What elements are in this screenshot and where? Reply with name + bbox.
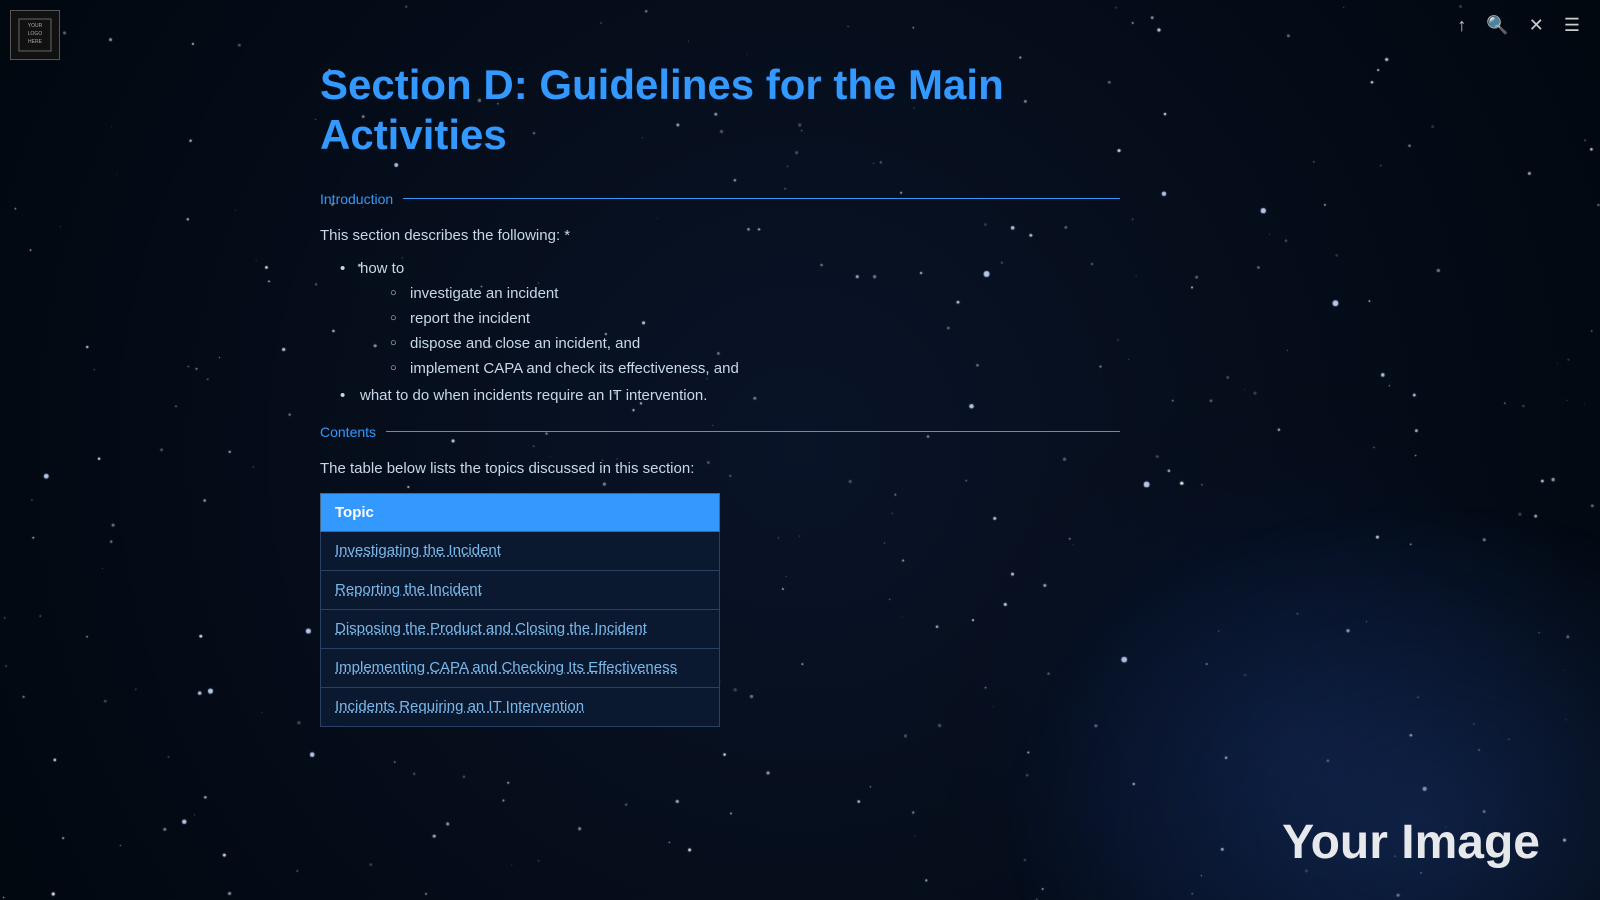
contents-section-label: Contents — [320, 424, 1120, 440]
sub-bullet-capa-text: implement CAPA and check its effectivene… — [410, 360, 739, 377]
bullet-item-howto: how to investigate an incident report th… — [340, 260, 1600, 377]
sub-bullet-investigate-text: investigate an incident — [410, 285, 558, 302]
main-bullet-list: how to investigate an incident report th… — [340, 260, 1600, 404]
contents-intro-text: The table below lists the topics discuss… — [320, 460, 1120, 477]
sub-bullet-report-text: report the incident — [410, 310, 530, 327]
search-icon[interactable]: 🔍 — [1486, 15, 1508, 36]
table-row-link-3[interactable]: Implementing CAPA and Checking Its Effec… — [335, 659, 677, 676]
table-row-4: Incidents Requiring an IT Intervention — [321, 687, 720, 726]
introduction-divider — [403, 198, 1120, 199]
table-row-0: Investigating the Incident — [321, 531, 720, 570]
logo[interactable]: YOUR LOGO HERE — [10, 10, 60, 60]
contents-divider — [386, 431, 1120, 432]
bookmark-icon[interactable]: ↑ — [1457, 15, 1466, 36]
sub-bullet-dispose-text: dispose and close an incident, and — [410, 335, 640, 352]
table-row-3: Implementing CAPA and Checking Its Effec… — [321, 648, 720, 687]
logo-icon: YOUR LOGO HERE — [17, 17, 53, 53]
table-row-link-0[interactable]: Investigating the Incident — [335, 542, 501, 559]
table-row-2: Disposing the Product and Closing the In… — [321, 609, 720, 648]
toolbar: ↑ 🔍 ✕ ☰ — [1457, 15, 1580, 36]
close-icon[interactable]: ✕ — [1529, 15, 1544, 36]
sub-bullet-report: report the incident — [390, 310, 1600, 327]
watermark-text: Your Image — [1282, 815, 1540, 870]
contents-table: Topic Investigating the Incident Reportin… — [320, 493, 720, 727]
svg-text:LOGO: LOGO — [28, 31, 43, 37]
sub-bullet-dispose: dispose and close an incident, and — [390, 335, 1600, 352]
bullet-item-it-text: what to do when incidents require an IT … — [360, 387, 707, 404]
bullet-item-howto-text: how to — [360, 260, 404, 277]
menu-icon[interactable]: ☰ — [1564, 15, 1580, 36]
intro-text: This section describes the following: * — [320, 227, 1120, 244]
main-content: Section D: Guidelines for the Main Activ… — [0, 0, 1600, 900]
table-row-link-4[interactable]: Incidents Requiring an IT Intervention — [335, 698, 584, 715]
table-header: Topic — [321, 493, 720, 531]
sub-bullet-investigate: investigate an incident — [390, 285, 1600, 302]
contents-label-text: Contents — [320, 424, 386, 440]
table-row-1: Reporting the Incident — [321, 570, 720, 609]
svg-text:YOUR: YOUR — [28, 23, 43, 29]
introduction-section-label: Introduction — [320, 191, 1120, 207]
table-row-link-1[interactable]: Reporting the Incident — [335, 581, 482, 598]
sub-bullet-capa: implement CAPA and check its effectivene… — [390, 360, 1600, 377]
bullet-item-it: what to do when incidents require an IT … — [340, 387, 1600, 404]
svg-text:HERE: HERE — [28, 39, 43, 45]
introduction-label-text: Introduction — [320, 191, 403, 207]
table-row-link-2[interactable]: Disposing the Product and Closing the In… — [335, 620, 647, 637]
page-title: Section D: Guidelines for the Main Activ… — [320, 60, 1120, 161]
sub-bullet-list: investigate an incident report the incid… — [390, 285, 1600, 377]
